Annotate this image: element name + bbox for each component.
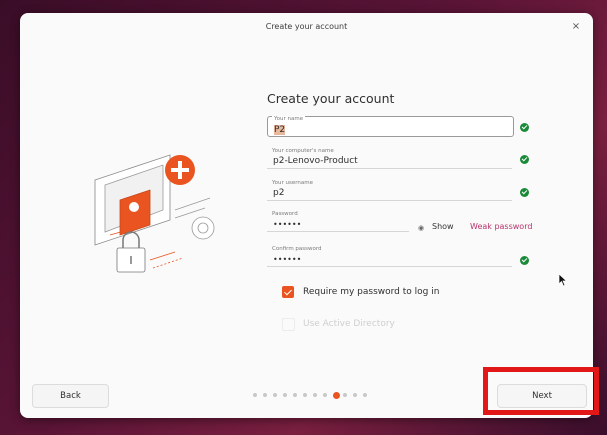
confirm-valid-check-icon <box>520 256 529 265</box>
page-dot <box>353 393 357 397</box>
require-password-label: Require my password to log in <box>303 287 440 297</box>
page-dot <box>343 393 347 397</box>
password-field[interactable]: Password •••••• <box>267 211 409 232</box>
page-dot <box>363 393 367 397</box>
confirm-password-field[interactable]: Confirm password •••••• <box>267 246 512 267</box>
page-dot <box>263 393 267 397</box>
password-strength: Weak password <box>470 222 533 231</box>
confirm-password-value: •••••• <box>273 255 302 264</box>
username-valid-check-icon <box>520 188 529 197</box>
account-illustration <box>94 154 215 273</box>
page-dot <box>273 393 277 397</box>
name-valid-check-icon <box>520 123 529 132</box>
password-label: Password <box>272 211 298 217</box>
eye-icon[interactable]: ◉ <box>418 224 424 232</box>
your-name-label: Your name <box>272 116 306 122</box>
page-dot <box>293 393 297 397</box>
username-field[interactable]: Your username p2 <box>267 180 512 201</box>
username-label: Your username <box>272 180 313 186</box>
next-highlight-box <box>483 367 599 415</box>
your-name-value: P2 <box>274 125 286 135</box>
mouse-pointer-icon <box>558 273 568 287</box>
window-title: Create your account <box>265 22 348 31</box>
page-dot <box>333 391 340 399</box>
active-directory-label: Use Active Directory <box>303 319 395 329</box>
form-heading: Create your account <box>267 91 395 106</box>
page-dot <box>283 393 287 397</box>
username-value: p2 <box>273 188 285 198</box>
active-directory-checkbox[interactable] <box>282 318 295 331</box>
password-value: •••••• <box>273 220 302 229</box>
confirm-password-label: Confirm password <box>272 246 322 252</box>
computer-name-valid-check-icon <box>520 155 529 164</box>
page-dot <box>313 393 317 397</box>
computer-name-value: p2-Lenovo-Product <box>273 156 358 166</box>
require-password-checkbox[interactable] <box>282 286 294 298</box>
back-button[interactable]: Back <box>32 384 109 408</box>
show-password-button[interactable]: Show <box>432 222 454 231</box>
installer-window: Create your account × Create your accoun… <box>20 13 593 418</box>
computer-name-field[interactable]: Your computer's name p2-Lenovo-Product <box>267 148 512 169</box>
titlebar: Create your account × <box>20 13 593 43</box>
computer-name-label: Your computer's name <box>272 148 334 154</box>
page-dot <box>253 393 257 397</box>
page-dot <box>303 393 307 397</box>
your-name-field[interactable]: Your name P2 <box>267 116 514 137</box>
close-icon[interactable]: × <box>569 20 583 34</box>
page-dot <box>323 393 327 397</box>
